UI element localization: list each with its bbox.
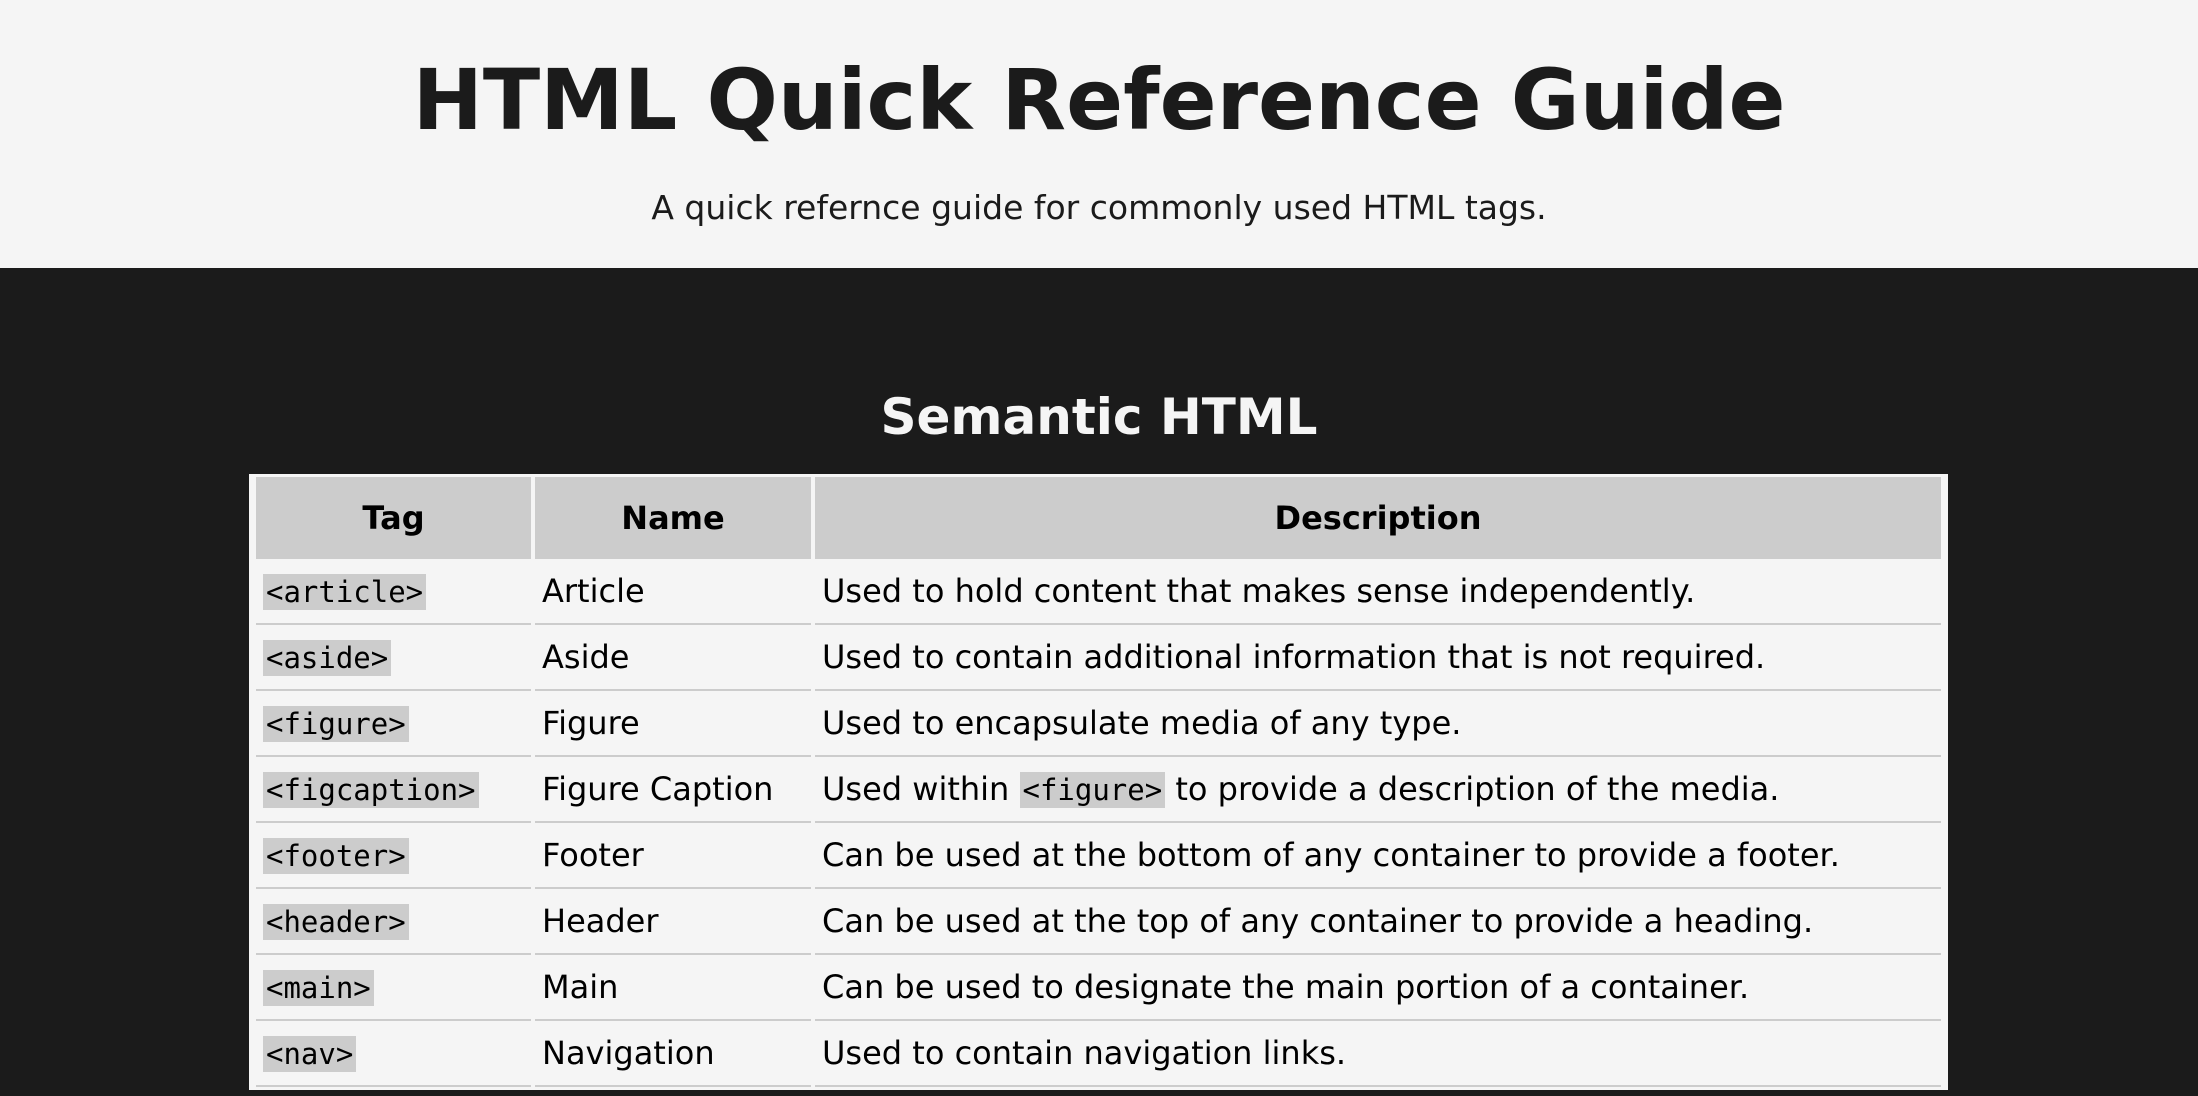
description-cell: Used within <figure> to provide a descri… — [815, 757, 1941, 823]
description-cell: Can be used at the top of any container … — [815, 889, 1941, 955]
tag-cell: <figure> — [256, 691, 531, 757]
page-title: HTML Quick Reference Guide — [412, 51, 1786, 149]
table-row: <aside> Aside Used to contain additional… — [256, 625, 1941, 691]
tag-cell: <article> — [256, 559, 531, 625]
name-cell: Aside — [535, 625, 811, 691]
section-title: Semantic HTML — [880, 388, 1318, 446]
description-cell: Used to encapsulate media of any type. — [815, 691, 1941, 757]
name-cell: Main — [535, 955, 811, 1021]
name-cell: Navigation — [535, 1021, 811, 1087]
description-text: Used within — [822, 770, 1020, 808]
table-row: <article> Article Used to hold content t… — [256, 559, 1941, 625]
tag-code: <footer> — [263, 838, 409, 874]
tag-code: <aside> — [263, 640, 392, 676]
tag-cell: <footer> — [256, 823, 531, 889]
description-cell: Can be used to designate the main portio… — [815, 955, 1941, 1021]
table-row: <figure> Figure Used to encapsulate medi… — [256, 691, 1941, 757]
tag-cell: <aside> — [256, 625, 531, 691]
reference-table: Tag Name Description <article> Article U… — [252, 477, 1945, 1087]
tag-cell: <header> — [256, 889, 531, 955]
tag-cell: <figcaption> — [256, 757, 531, 823]
name-cell: Figure Caption — [535, 757, 811, 823]
name-cell: Footer — [535, 823, 811, 889]
tag-code: <main> — [263, 970, 374, 1006]
reference-table-container: Tag Name Description <article> Article U… — [249, 474, 1948, 1090]
tag-code: <figure> — [263, 706, 409, 742]
table-row: <main> Main Can be used to designate the… — [256, 955, 1941, 1021]
description-cell: Used to hold content that makes sense in… — [815, 559, 1941, 625]
column-header-tag: Tag — [256, 477, 531, 559]
description-cell: Used to contain navigation links. — [815, 1021, 1941, 1087]
tag-code: <header> — [263, 904, 409, 940]
column-header-description: Description — [815, 477, 1941, 559]
name-cell: Article — [535, 559, 811, 625]
tag-code: <figcaption> — [263, 772, 479, 808]
inline-tag-code: <figure> — [1019, 772, 1166, 808]
table-row: <footer> Footer Can be used at the botto… — [256, 823, 1941, 889]
column-header-name: Name — [535, 477, 811, 559]
tag-code: <article> — [263, 574, 427, 610]
description-text: to provide a description of the media. — [1165, 770, 1780, 808]
table-row: <nav> Navigation Used to contain navigat… — [256, 1021, 1941, 1087]
tag-cell: <nav> — [256, 1021, 531, 1087]
tag-cell: <main> — [256, 955, 531, 1021]
table-row: <header> Header Can be used at the top o… — [256, 889, 1941, 955]
table-row: <figcaption> Figure Caption Used within … — [256, 757, 1941, 823]
description-cell: Can be used at the bottom of any contain… — [815, 823, 1941, 889]
name-cell: Figure — [535, 691, 811, 757]
name-cell: Header — [535, 889, 811, 955]
main-content: Semantic HTML Tag Name Description <arti… — [0, 268, 2198, 1090]
page-subtitle: A quick refernce guide for commonly used… — [651, 188, 1547, 227]
page-header: HTML Quick Reference Guide A quick refer… — [0, 0, 2198, 268]
tag-code: <nav> — [263, 1036, 357, 1072]
description-cell: Used to contain additional information t… — [815, 625, 1941, 691]
table-header-row: Tag Name Description — [256, 477, 1941, 559]
